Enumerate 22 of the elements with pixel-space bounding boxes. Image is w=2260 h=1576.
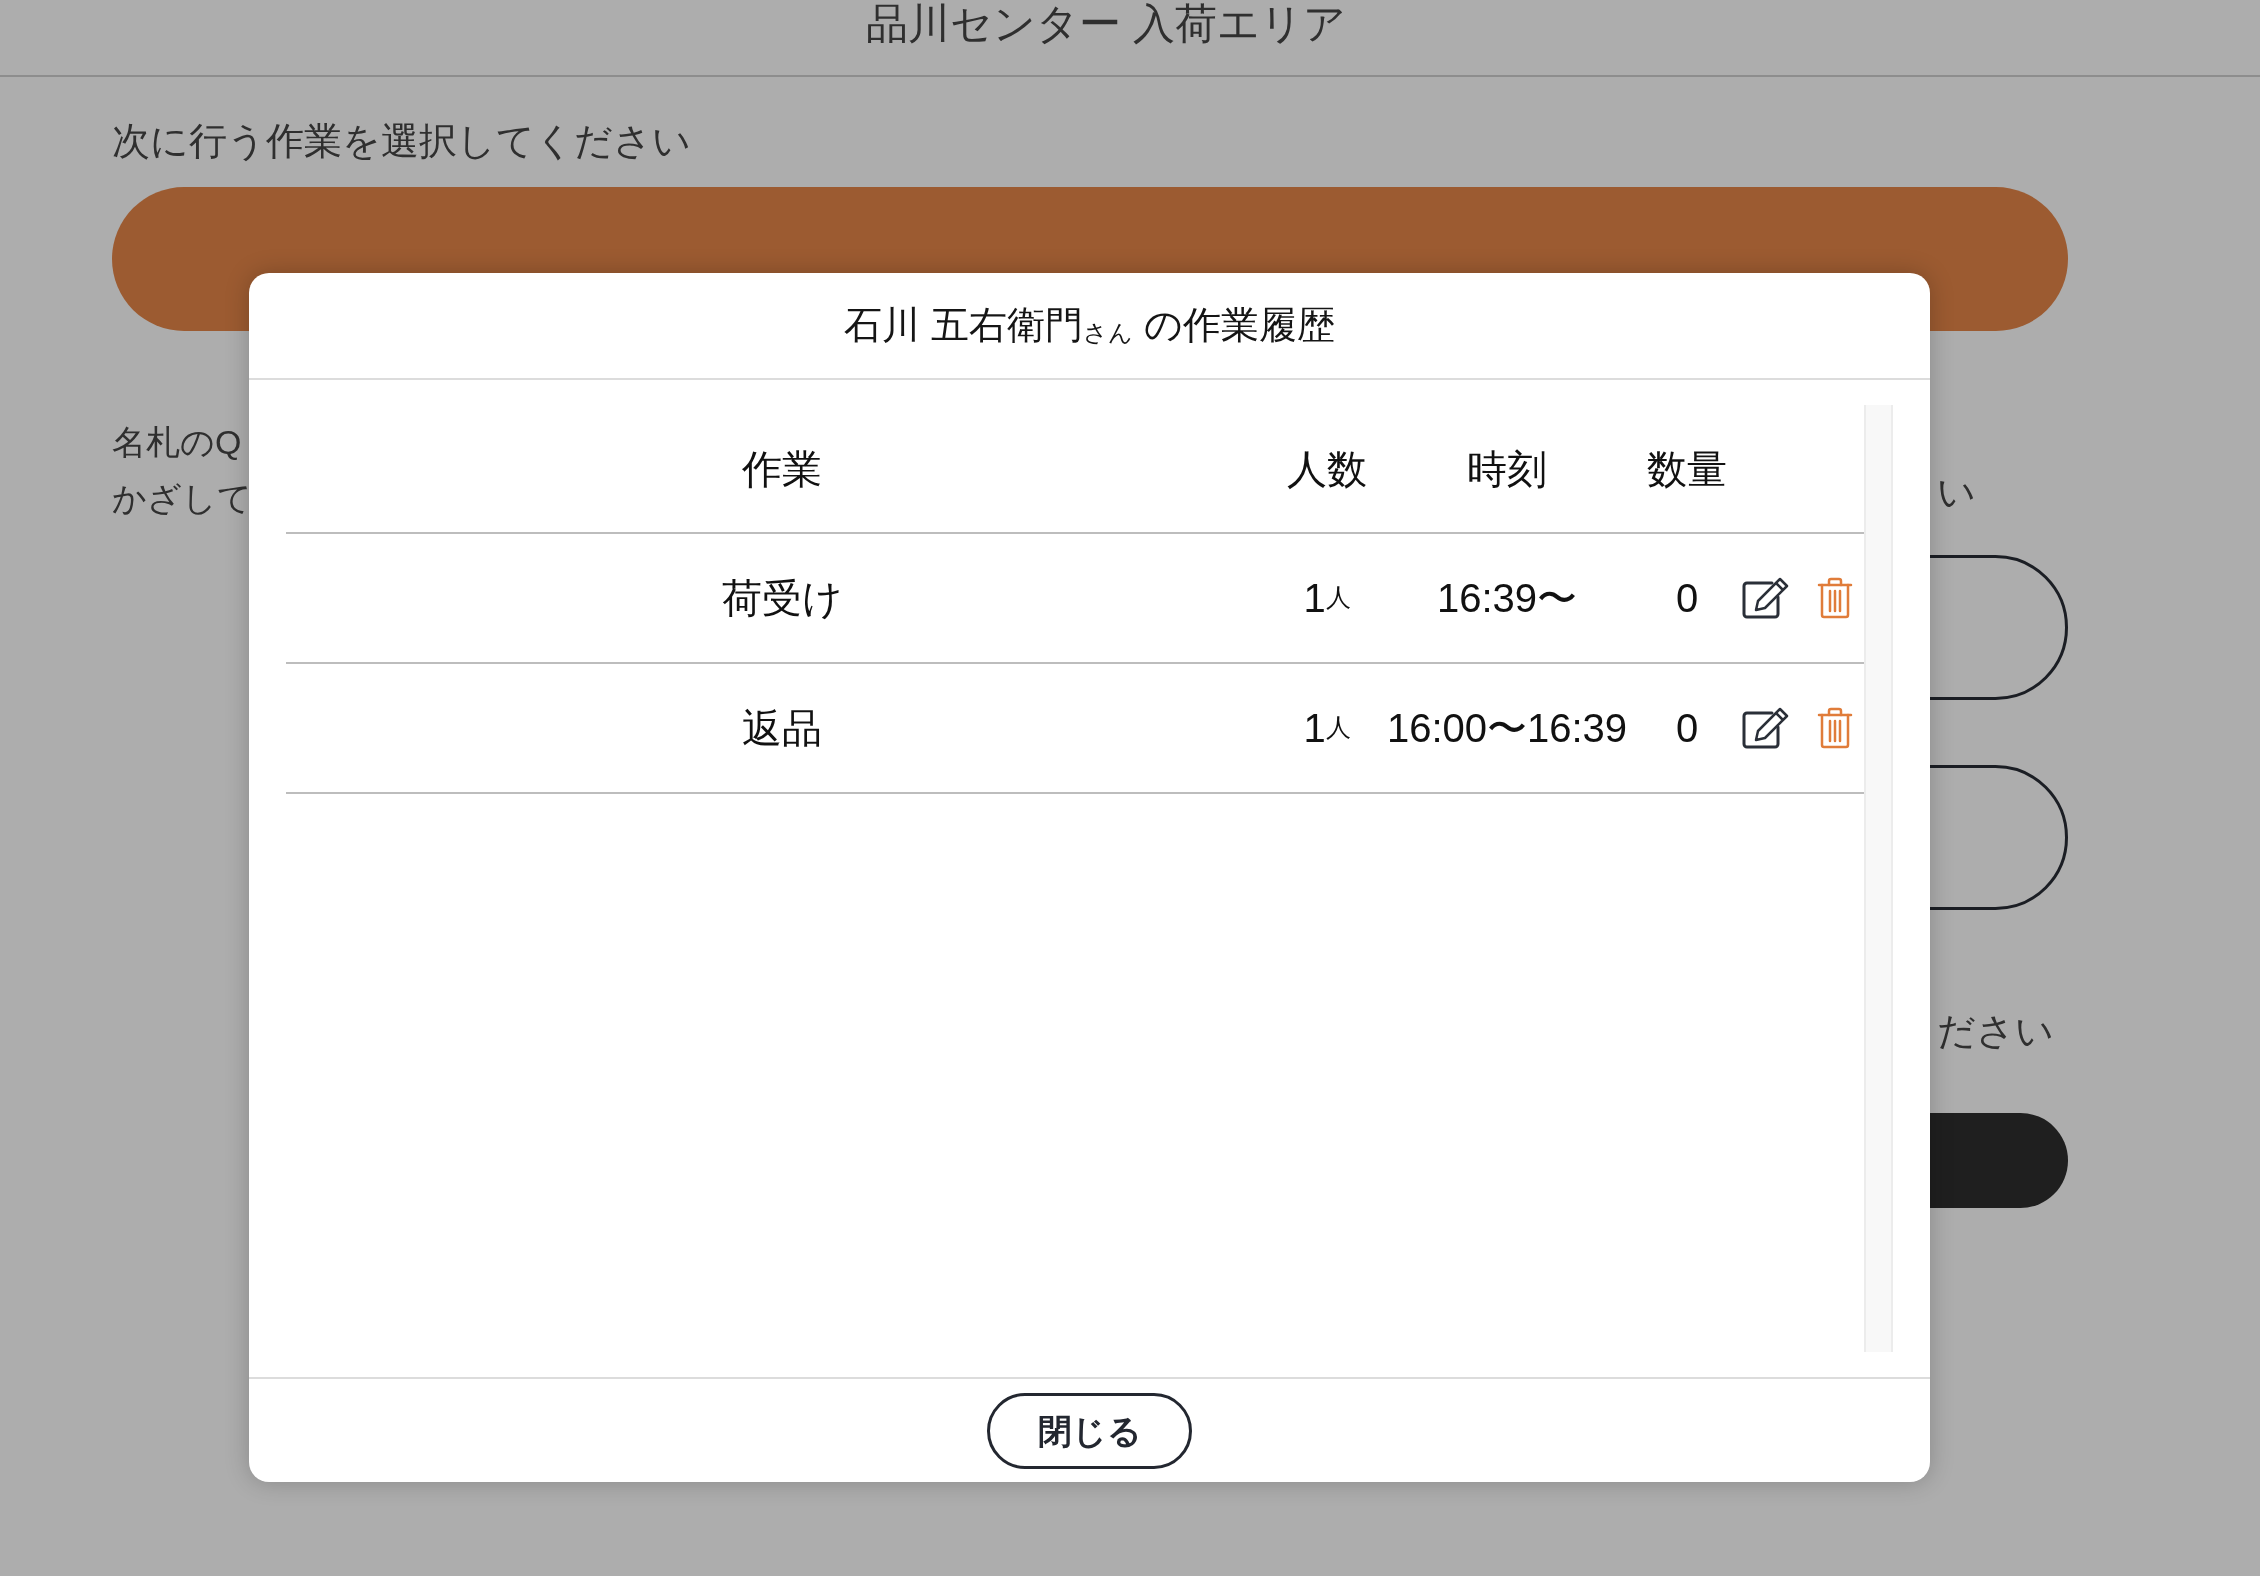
- close-button[interactable]: 閉じる: [987, 1392, 1192, 1469]
- column-header: 時刻: [1466, 445, 1548, 493]
- column-header: 数量: [1646, 445, 1728, 493]
- table-cell-text: 荷受け: [720, 575, 844, 622]
- note-text: い: [1937, 470, 1976, 515]
- table-cell-text: 16:39〜: [1435, 575, 1579, 622]
- dialog-title: 石川 五右衛門$_{さん}$ の作業履歴: [844, 302, 1335, 348]
- trash-icon[interactable]: [1817, 577, 1853, 619]
- prompt-text: 次に行う作業を選択してください: [112, 119, 691, 164]
- table-cell-text: 16:00〜16:39: [1385, 705, 1629, 752]
- pencil-icon[interactable]: [1742, 577, 1790, 619]
- pencil-icon[interactable]: [1742, 707, 1790, 749]
- table-cell-text: 0: [1674, 705, 1700, 752]
- page-title: 品川センター 入荷エリア: [866, 0, 1346, 48]
- scrollbar-track[interactable]: [1864, 405, 1893, 1352]
- column-header: 人数: [1286, 445, 1368, 493]
- table-cell-text: 返品: [741, 705, 823, 752]
- column-header: 作業: [741, 445, 823, 493]
- trash-icon[interactable]: [1817, 707, 1853, 749]
- note-text: ださい: [1937, 1009, 2054, 1054]
- instruction-text: 名札のQ かざして: [112, 422, 252, 519]
- table-cell-text: 0: [1674, 575, 1700, 622]
